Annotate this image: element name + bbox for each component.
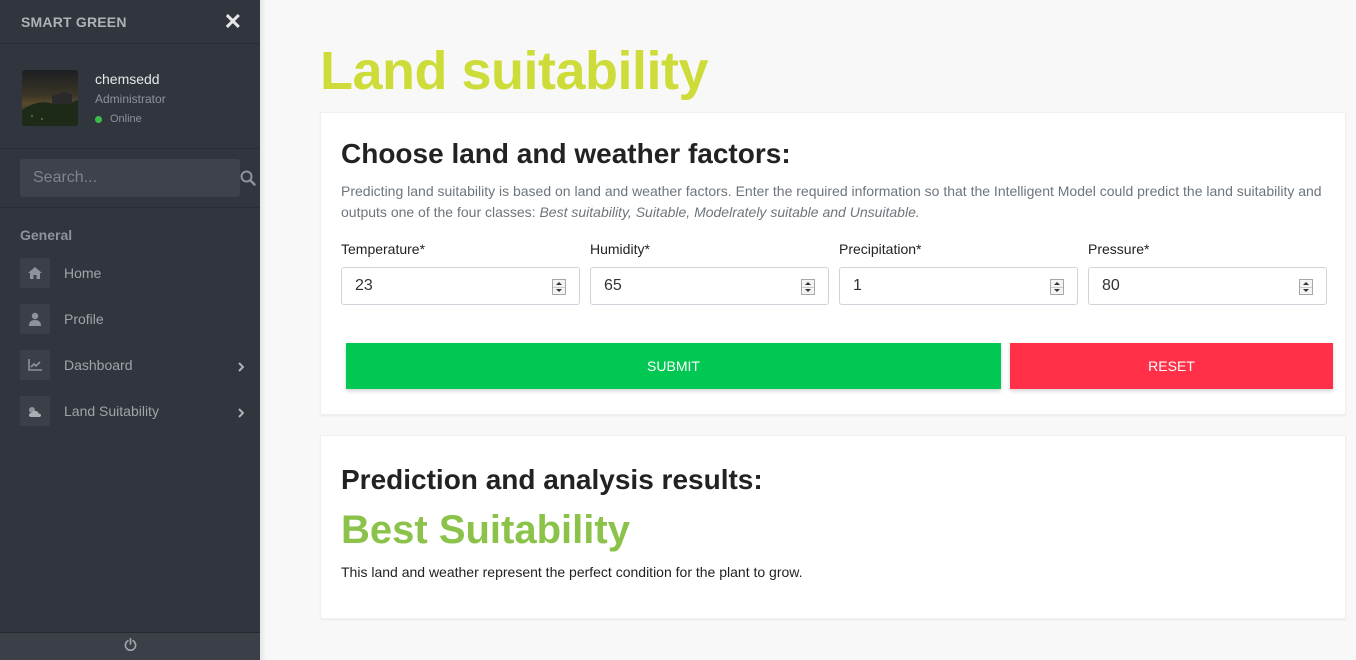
user-status-label: Online	[110, 113, 142, 125]
sidebar-search	[0, 149, 260, 208]
user-name: chemsedd	[95, 71, 160, 87]
sidebar-item-profile[interactable]: Profile	[0, 296, 260, 342]
precipitation-input[interactable]: 1	[839, 267, 1078, 305]
menu-header: General	[20, 227, 73, 243]
spin-down-arrow-icon[interactable]	[1300, 286, 1312, 295]
submit-button[interactable]: SUBMIT	[346, 343, 1001, 389]
user-info: chemsedd Administrator Online	[95, 70, 166, 125]
page-title: Land suitability	[320, 41, 709, 101]
precipitation-stepper[interactable]	[1050, 279, 1064, 295]
avatar[interactable]	[22, 70, 78, 126]
humidity-label: Humidity*	[590, 241, 650, 257]
online-status-dot	[95, 115, 102, 123]
form-card-title: Choose land and weather factors:	[341, 138, 791, 169]
search-button[interactable]	[240, 159, 256, 197]
power-icon	[124, 637, 136, 651]
pressure-value: 80	[1102, 277, 1120, 294]
sidebar-shadow	[260, 0, 266, 660]
chevron-right-icon	[238, 359, 245, 377]
spin-down-arrow-icon[interactable]	[1051, 286, 1063, 295]
humidity-field: Humidity* 65	[590, 241, 829, 305]
precipitation-label: Precipitation*	[839, 241, 922, 257]
sidebar-item-label: Home	[64, 265, 102, 281]
chevron-right-icon	[238, 405, 245, 423]
result-description: This land and weather represent the perf…	[341, 564, 803, 580]
temperature-input[interactable]: 23	[341, 267, 580, 305]
humidity-input[interactable]: 65	[590, 267, 829, 305]
weather-icon	[20, 396, 50, 426]
sidebar-brand: SMART GREEN ✕	[0, 0, 260, 44]
pressure-stepper[interactable]	[1299, 279, 1313, 295]
chart-icon	[20, 350, 50, 380]
search-box	[20, 159, 256, 197]
form-card-description: Predicting land suitability is based on …	[341, 181, 1326, 223]
reset-button[interactable]: RESET	[1010, 343, 1333, 389]
factors-form-card: Choose land and weather factors: Predict…	[320, 112, 1346, 415]
results-card-title: Prediction and analysis results:	[341, 464, 763, 495]
precipitation-field: Precipitation* 1	[839, 241, 1078, 305]
close-icon[interactable]: ✕	[224, 10, 242, 33]
pressure-input[interactable]: 80	[1088, 267, 1327, 305]
sidebar-item-home[interactable]: Home	[0, 250, 260, 296]
user-role: Administrator	[95, 92, 166, 106]
sidebar: SMART GREEN ✕ chemsedd Administrator Onl…	[0, 0, 260, 660]
brand-title[interactable]: SMART GREEN	[21, 14, 127, 30]
humidity-value: 65	[604, 277, 622, 294]
prediction-result: Best Suitability	[341, 508, 630, 552]
sidebar-item-label: Land Suitability	[64, 403, 159, 419]
sidebar-item-label: Profile	[64, 311, 104, 327]
humidity-stepper[interactable]	[801, 279, 815, 295]
search-icon	[240, 170, 256, 186]
user-status: Online	[95, 113, 166, 125]
home-icon	[20, 258, 50, 288]
user-panel: chemsedd Administrator Online	[0, 44, 260, 149]
sidebar-item-dashboard[interactable]: Dashboard	[0, 342, 260, 388]
search-input[interactable]	[20, 159, 240, 197]
sidebar-item-label: Dashboard	[64, 357, 133, 373]
temperature-field: Temperature* 23	[341, 241, 580, 305]
sidebar-footer	[0, 632, 260, 660]
user-icon	[20, 304, 50, 334]
logout-button[interactable]	[124, 637, 137, 656]
sidebar-item-land-suitability[interactable]: Land Suitability	[0, 388, 260, 434]
temperature-label: Temperature*	[341, 241, 426, 257]
pressure-label: Pressure*	[1088, 241, 1150, 257]
results-card: Prediction and analysis results: Best Su…	[320, 435, 1346, 619]
temperature-value: 23	[355, 277, 373, 294]
temperature-stepper[interactable]	[552, 279, 566, 295]
spin-down-arrow-icon[interactable]	[553, 286, 565, 295]
pressure-field: Pressure* 80	[1088, 241, 1327, 305]
spin-down-arrow-icon[interactable]	[802, 286, 814, 295]
description-classes: Best suitability, Suitable, Modelrately …	[539, 204, 920, 220]
precipitation-value: 1	[853, 277, 862, 294]
